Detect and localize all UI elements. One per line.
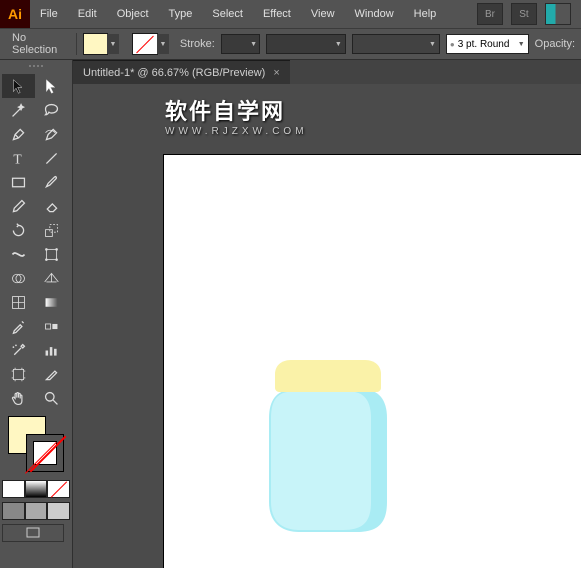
width-tool[interactable] [2,242,35,266]
selection-label: No Selection [6,32,70,56]
draw-normal[interactable] [2,502,25,520]
variable-width-profile[interactable]: ▼ [266,34,346,54]
canvas-inner[interactable]: 软件自学网 WWW.RJZXW.COM [73,84,581,568]
artboard-tool[interactable] [2,362,35,386]
brush-profile-select[interactable]: ● 3 pt. Round ▼ [446,34,529,54]
menubar: Ai File Edit Object Type Select Effect V… [0,0,581,28]
direct-selection-tool[interactable] [35,74,68,98]
line-segment-tool[interactable] [35,146,68,170]
close-icon[interactable]: × [273,67,279,79]
panel-grabber[interactable] [0,60,72,72]
blend-tool[interactable] [35,314,68,338]
chevron-down-icon: ▼ [248,41,257,48]
draw-behind[interactable] [25,502,48,520]
pen-tool[interactable] [2,122,35,146]
menu-window[interactable]: Window [345,0,404,28]
watermark-line2: WWW.RJZXW.COM [165,126,308,137]
chevron-down-icon: ▼ [516,41,525,48]
document-tabbar: Untitled-1* @ 66.67% (RGB/Preview) × [73,60,581,85]
menu-file[interactable]: File [30,0,68,28]
menu-effect[interactable]: Effect [253,0,301,28]
tool-grid: T [0,72,72,412]
curvature-tool[interactable] [35,122,68,146]
color-mode-none[interactable] [47,480,70,498]
bridge-icon[interactable]: Br [477,3,503,25]
tab-title: Untitled-1* @ 66.67% (RGB/Preview) [83,67,265,79]
column-graph-tool[interactable] [35,338,68,362]
menu-type[interactable]: Type [159,0,203,28]
mesh-tool[interactable] [2,290,35,314]
chevron-down-icon: ▼ [333,41,342,48]
fill-stroke-swatches [0,412,72,478]
color-mode-solid[interactable] [2,480,25,498]
body-area: T [0,60,581,568]
pencil-tool[interactable] [2,194,35,218]
menu-view[interactable]: View [301,0,345,28]
draw-inside[interactable] [47,502,70,520]
watermark-line1: 软件自学网 [165,99,285,124]
canvas-area: Untitled-1* @ 66.67% (RGB/Preview) × 软件自… [73,60,581,568]
lasso-tool[interactable] [35,98,68,122]
rectangle-tool[interactable] [2,170,35,194]
stroke-label: Stroke: [180,38,215,50]
draw-mode-row [0,500,72,522]
svg-text:T: T [13,151,22,166]
scale-tool[interactable] [35,218,68,242]
control-bar: No Selection ▼ ▼ Stroke: ▼ ▼ ▼ ● 3 pt. R… [0,28,581,60]
brush-profile-value: 3 pt. Round [458,39,510,50]
divider [76,33,77,55]
stroke-swatch-large[interactable] [26,434,64,472]
slice-tool[interactable] [35,362,68,386]
chevron-down-icon[interactable]: ▼ [107,34,119,54]
rotate-tool[interactable] [2,218,35,242]
menu-select[interactable]: Select [202,0,253,28]
eyedropper-tool[interactable] [2,314,35,338]
screen-mode-row [0,522,72,544]
watermark: 软件自学网 WWW.RJZXW.COM [165,94,308,137]
eraser-tool[interactable] [35,194,68,218]
menu-object[interactable]: Object [107,0,159,28]
document-tab[interactable]: Untitled-1* @ 66.67% (RGB/Preview) × [73,60,290,85]
fill-swatch[interactable]: ▼ [83,33,108,55]
menu-help[interactable]: Help [404,0,447,28]
selection-tool[interactable] [2,74,35,98]
stroke-weight-input[interactable]: ▼ [221,34,260,54]
app-icon: Ai [0,0,30,28]
color-mode-gradient[interactable] [25,480,48,498]
menu-edit[interactable]: Edit [68,0,107,28]
arrange-docs-icon[interactable] [545,3,571,25]
magic-wand-tool[interactable] [2,98,35,122]
color-mode-row [0,478,72,500]
jar-illustration [261,342,421,542]
right-icons: Br St [477,3,581,25]
paintbrush-tool[interactable] [35,170,68,194]
zoom-tool[interactable] [35,386,68,410]
gradient-tool[interactable] [35,290,68,314]
stock-icon[interactable]: St [511,3,537,25]
brush-definition[interactable]: ▼ [352,34,440,54]
free-transform-tool[interactable] [35,242,68,266]
stroke-swatch[interactable]: ▼ [132,33,158,55]
hand-tool[interactable] [2,386,35,410]
shape-builder-tool[interactable] [2,266,35,290]
symbol-sprayer-tool[interactable] [2,338,35,362]
tool-panel: T [0,60,73,568]
type-tool[interactable]: T [2,146,35,170]
chevron-down-icon[interactable]: ▼ [157,34,169,54]
opacity-label: Opacity: [535,38,575,50]
screen-mode-button[interactable] [2,524,64,542]
perspective-grid-tool[interactable] [35,266,68,290]
chevron-down-icon: ▼ [427,41,436,48]
